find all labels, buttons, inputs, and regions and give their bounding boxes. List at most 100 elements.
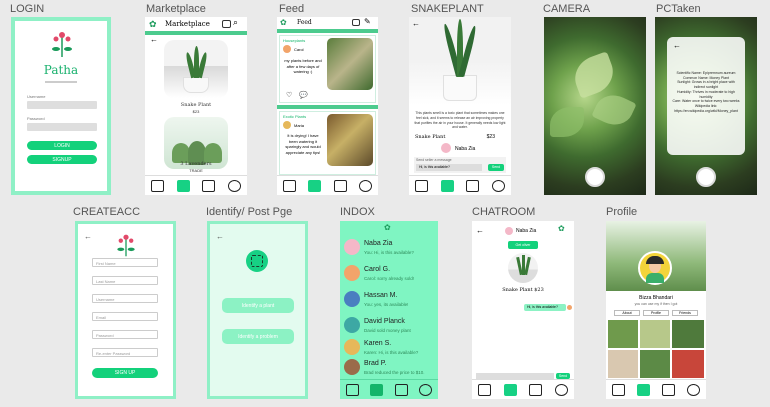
tab-friends[interactable]: Friends [672,310,698,316]
reenter-password-input[interactable]: Re-enter Password [92,348,158,357]
store-icon[interactable] [345,383,359,396]
mail-icon[interactable] [333,179,347,192]
mail-icon[interactable] [529,383,543,396]
username-input[interactable] [27,101,97,109]
item-thumbnail[interactable] [508,253,538,283]
first-name-input[interactable]: First Name [92,258,158,267]
signup-button[interactable]: SIGN UP [92,368,158,378]
logo-icon: ✿ [280,18,287,27]
mail-icon[interactable] [202,179,216,192]
post-card[interactable]: Exotic Plants Maria It is drying! I have… [279,111,376,175]
mail-icon[interactable] [662,383,675,396]
status-badge: Get oliver [508,241,538,249]
profile-icon[interactable] [554,383,568,396]
photo-tile[interactable] [608,350,638,378]
scan-icon[interactable] [246,250,268,272]
message-row[interactable]: Brad P. Brad reduced the price to $10. [340,357,438,381]
password-input[interactable]: Password [92,330,158,339]
gallery-icon[interactable] [222,20,231,28]
avatar [505,227,513,235]
send-button[interactable]: Send [488,164,504,171]
avatar [344,239,360,255]
plant-photo: ← [409,17,511,105]
post-image[interactable] [327,38,373,90]
header-divider [277,29,378,33]
feed-screen: ✿ Feed ✎ Houseplants Carol my plants bef… [277,17,378,195]
store-icon[interactable] [612,383,625,396]
identify-plant-button[interactable]: Identify a plant [222,298,294,313]
profile-icon[interactable] [227,179,241,192]
back-arrow-icon[interactable]: ← [216,232,224,241]
photo-tile[interactable] [640,320,670,348]
scan-icon[interactable] [637,383,650,396]
snake-plant-image[interactable] [164,40,228,98]
compose-icon[interactable]: ✎ [364,17,371,26]
shutter-button[interactable] [696,167,716,187]
logo-icon: ✿ [149,19,157,29]
photo-tile[interactable] [640,350,670,378]
photo-tile[interactable] [608,320,638,348]
chat-header-name: Naba Zia [516,228,537,234]
message-row[interactable]: David Planck David sold money plant [340,315,438,339]
screen-title-chatroom: CHATROOM [472,206,536,218]
identify-screen: ← Identify a plant Identify a problem [207,221,308,399]
plant-price: $23 [486,134,495,140]
bottom-nav [472,379,574,399]
profile-icon[interactable] [419,383,433,396]
email-input[interactable]: Email [92,312,158,321]
mail-icon[interactable] [466,179,480,192]
login-button[interactable]: LOGIN [27,141,97,150]
identify-problem-button[interactable]: Identify a problem [222,329,294,344]
store-icon[interactable] [415,179,429,192]
search-icon[interactable]: ⌕ [233,17,238,28]
scan-icon[interactable] [440,179,454,192]
contact-name: David Planck [364,318,405,325]
post-user: Maria [294,123,305,128]
message-input[interactable]: Hi, is this available? [416,164,482,171]
comment-icon[interactable]: 💬 [299,91,308,99]
like-icon[interactable]: ♡ [286,91,292,99]
back-arrow-icon[interactable]: ← [412,19,420,28]
signup-button[interactable]: SIGNUP [27,155,97,164]
shutter-button[interactable] [585,167,605,187]
plant-name: Snake Plant [415,134,446,140]
password-input[interactable] [27,123,97,131]
tab-about[interactable]: About [614,310,640,316]
message-row[interactable]: Carol G. Carol: sorry already sold! [340,263,438,287]
photo-tile[interactable] [672,350,704,378]
scan-icon[interactable] [370,383,384,396]
mail-icon[interactable] [394,383,408,396]
back-arrow-icon[interactable]: ← [84,232,92,241]
post-card[interactable]: Houseplants Carol my plants before and a… [279,35,376,103]
message-row[interactable]: Naba Zia You: Hi, is this available? [340,237,438,261]
message-box: Send seller a message Hi, is this availa… [414,157,506,173]
item1-name: Snake Plant [180,102,212,108]
screen-title-inbox: INDOX [340,206,375,218]
photo-tile[interactable] [672,320,704,348]
contact-name: Brad P. [364,360,387,367]
message-row[interactable]: Hassan M. You: yes, its available! [340,289,438,313]
back-arrow-icon[interactable]: ← [673,41,681,50]
username-input[interactable]: Username [92,294,158,303]
last-name-input[interactable]: Last Name [92,276,158,285]
profile-icon[interactable] [687,383,700,396]
avatar [344,359,360,375]
back-arrow-icon[interactable]: ← [476,226,484,235]
profile-icon[interactable] [491,179,505,192]
tab-profile[interactable]: Profile [643,310,669,316]
feed-header: ✿ Feed ✎ [277,17,378,29]
chatroom-screen: ← Naba Zia ✿ Get oliver Snake Plant $23 … [472,221,574,399]
scan-icon[interactable] [308,179,322,192]
scan-icon[interactable] [176,179,190,192]
gallery-icon[interactable] [352,19,360,26]
scan-icon[interactable] [503,383,517,396]
message-preview: David sold money plant [364,328,411,333]
store-icon[interactable] [478,383,492,396]
avatar [567,305,572,310]
store-icon[interactable] [151,179,165,192]
profile-icon[interactable] [358,179,372,192]
store-icon[interactable] [283,179,297,192]
back-arrow-icon[interactable]: ← [150,35,158,44]
post-image[interactable] [327,114,373,166]
post-text: It is drying! I have been watering it sp… [285,133,321,155]
